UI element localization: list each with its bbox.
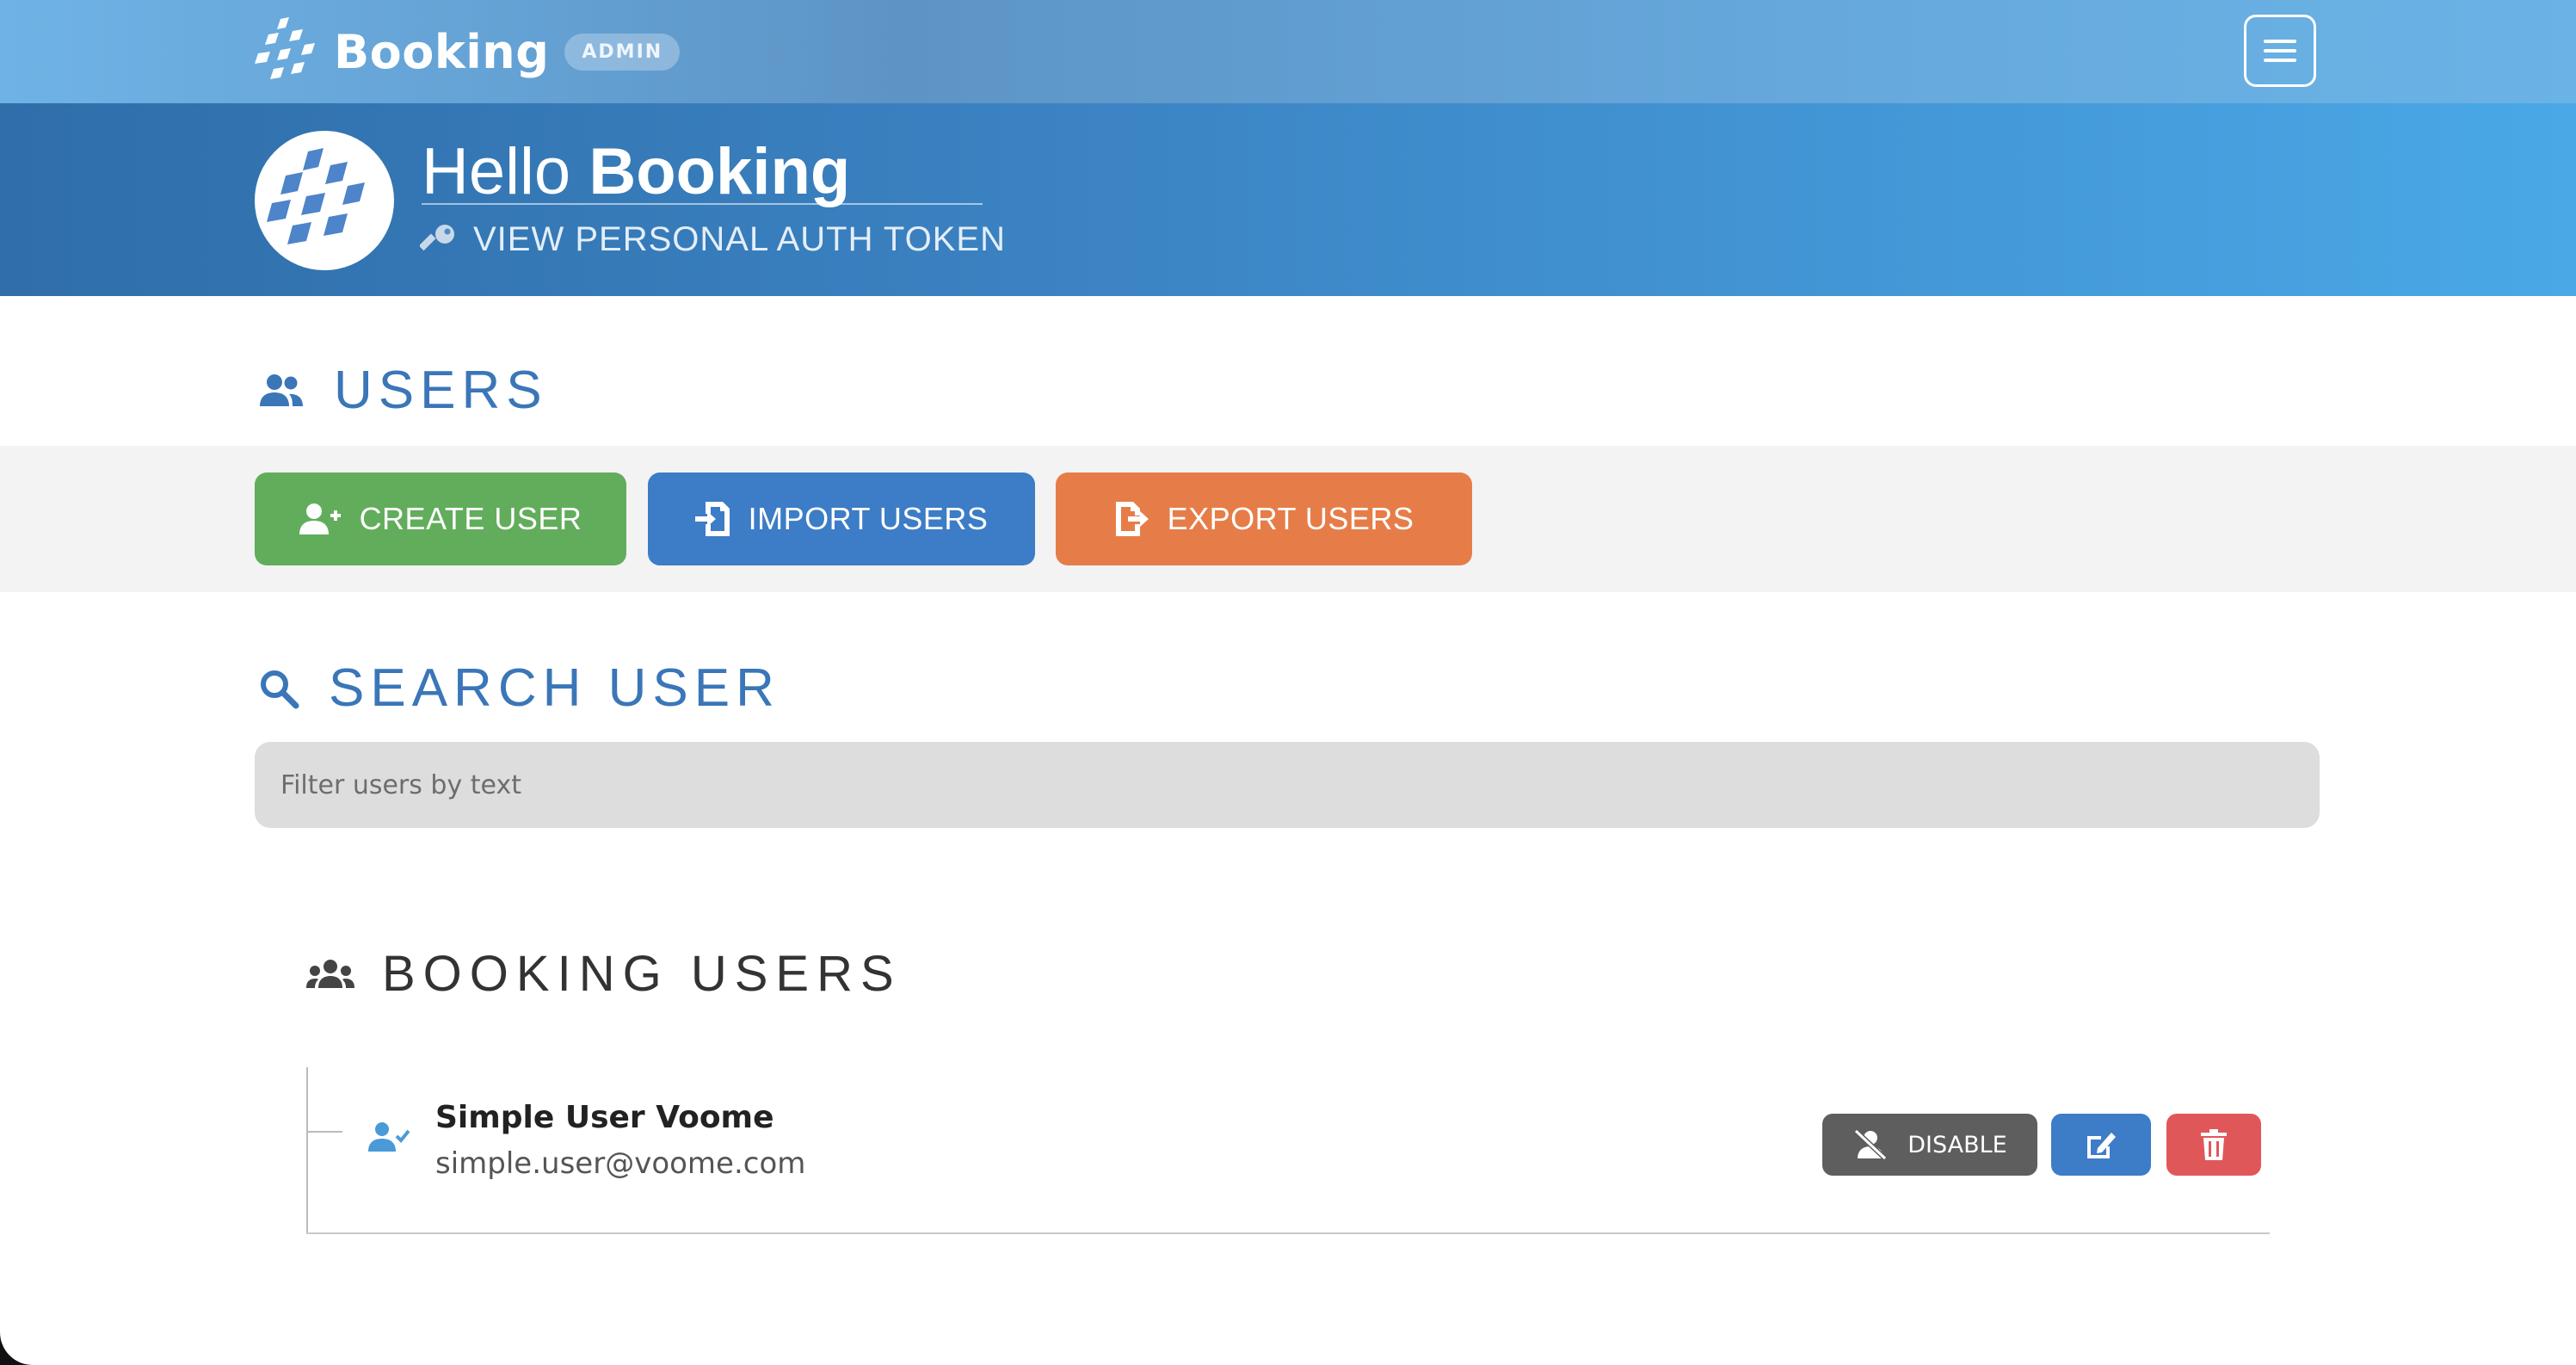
key-icon: [420, 224, 454, 250]
booking-users-label: BOOKING USERS: [382, 946, 902, 1002]
delete-user-button[interactable]: [2166, 1114, 2261, 1176]
disable-user-button[interactable]: DISABLE: [1822, 1114, 2037, 1176]
user-slash-icon: [1852, 1129, 1889, 1160]
brand[interactable]: Booking ADMIN: [255, 15, 681, 88]
edit-user-button[interactable]: [2051, 1114, 2151, 1176]
avatar: [255, 131, 394, 270]
greeting-text: Hello: [422, 135, 571, 208]
avatar-logo-icon: [267, 148, 365, 244]
view-auth-token-label: VIEW PERSONAL AUTH TOKEN: [473, 220, 1006, 258]
create-user-label: CREATE USER: [359, 501, 582, 536]
users-group-icon: [306, 959, 354, 990]
users-section-title: USERS: [258, 360, 548, 421]
greeting: Hello Booking: [422, 131, 850, 213]
search-section-title: SEARCH USER: [258, 658, 780, 719]
file-export-icon: [1114, 500, 1150, 538]
import-users-label: IMPORT USERS: [748, 501, 989, 536]
greeting-user-name: Booking: [589, 135, 851, 208]
greeting-underline: [422, 203, 983, 205]
users-icon: [258, 372, 305, 410]
search-section-label: SEARCH USER: [329, 658, 780, 718]
admin-badge: ADMIN: [564, 33, 681, 71]
user-check-icon: [368, 1121, 410, 1158]
view-auth-token-link[interactable]: VIEW PERSONAL AUTH TOKEN: [420, 220, 1006, 259]
add-user-icon: [299, 502, 342, 536]
users-section-label: USERS: [334, 361, 548, 420]
trash-icon: [2201, 1129, 2227, 1160]
user-email: simple.user@voome.com: [435, 1146, 806, 1181]
window-corner: [0, 1332, 33, 1365]
edit-icon: [2087, 1133, 2116, 1158]
search-input[interactable]: [255, 742, 2320, 828]
tree-connector: [306, 1067, 308, 1234]
search-icon: [258, 668, 299, 709]
user-name: Simple User Voome: [435, 1100, 774, 1135]
booking-logo-icon: [255, 17, 315, 79]
create-user-button[interactable]: CREATE USER: [255, 472, 626, 565]
export-users-label: EXPORT USERS: [1167, 501, 1414, 536]
file-import-icon: [694, 500, 731, 538]
disable-user-label: DISABLE: [1907, 1131, 2007, 1158]
import-users-button[interactable]: IMPORT USERS: [648, 472, 1035, 565]
export-users-button[interactable]: EXPORT USERS: [1056, 472, 1472, 565]
hamburger-line: [2264, 59, 2296, 62]
hamburger-line: [2264, 49, 2296, 52]
row-divider: [306, 1232, 2270, 1234]
hamburger-menu-button[interactable]: [2244, 15, 2316, 87]
hamburger-line: [2264, 40, 2296, 43]
brand-name: Booking: [334, 24, 550, 79]
tree-branch: [308, 1131, 342, 1133]
booking-users-heading: BOOKING USERS: [306, 945, 902, 1003]
